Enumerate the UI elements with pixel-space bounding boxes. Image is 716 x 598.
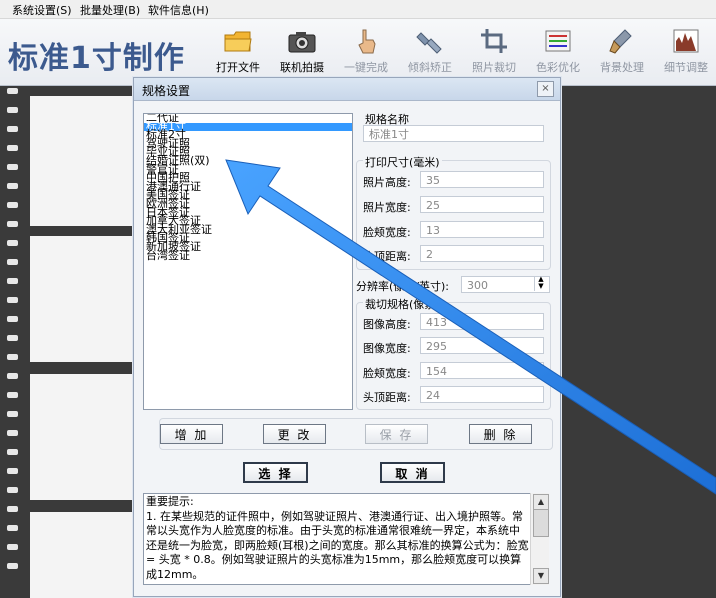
annotation-arrow <box>225 159 716 495</box>
